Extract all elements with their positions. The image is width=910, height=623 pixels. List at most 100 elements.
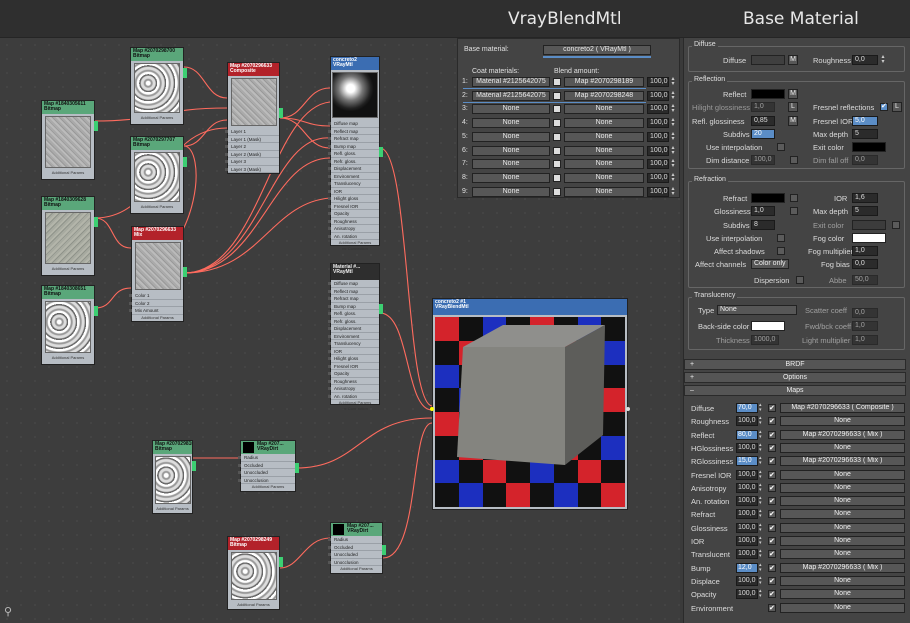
map-slot-button[interactable]: None <box>780 589 905 600</box>
blend-amount-spinner[interactable]: 100,0 <box>647 90 669 101</box>
output-port[interactable] <box>295 463 299 473</box>
reflect-color-swatch[interactable] <box>751 89 785 99</box>
coat-enable-checkbox[interactable] <box>553 105 561 114</box>
map-enable-checkbox[interactable]: ✔ <box>768 430 776 439</box>
map-slot-button[interactable]: Map #2070296633 ( Composite ) <box>780 403 905 413</box>
map-amount-spinner[interactable]: 100,0 <box>736 416 758 427</box>
composite-map-node[interactable]: Map #2070296633 Composite Layer 1 Layer 1 … <box>225 62 283 174</box>
output-port[interactable] <box>183 267 187 277</box>
vraydirt-node-2[interactable]: Map #207... VRayDirt Radius Occluded Unoccl… <box>328 522 386 574</box>
output-port[interactable] <box>382 545 386 555</box>
coat-material-button[interactable]: Material #2125642075 <box>472 77 550 87</box>
fresnel-lock-button[interactable]: L <box>892 102 902 112</box>
exit-color-swatch[interactable] <box>852 142 886 152</box>
map-slot-button[interactable]: None <box>780 509 905 520</box>
node-slot[interactable]: Translucency <box>328 180 379 188</box>
bitmap-node-1[interactable]: Map #2070298700 Bitmap Additional Params <box>130 47 187 125</box>
node-slot[interactable]: Layer 2 <box>225 143 279 151</box>
refract-color-swatch[interactable] <box>751 193 785 203</box>
map-amount-spinner[interactable]: 100,0 <box>736 496 758 507</box>
map-slot-button[interactable]: None <box>780 575 905 586</box>
spinner-arrows[interactable]: ▴ ▾ <box>670 76 676 87</box>
coat-enable-checkbox[interactable] <box>553 173 561 182</box>
diffuse-map-button[interactable]: M <box>788 55 798 65</box>
map-enable-checkbox[interactable]: ✔ <box>768 523 776 532</box>
blend-amount-spinner[interactable]: 100,0 <box>647 118 669 129</box>
refl-glossiness-spinner[interactable]: 0,85 <box>751 116 775 126</box>
node-slot[interactable]: Refr. gloss. <box>328 158 379 165</box>
fog-bias-spinner[interactable]: 0,0 <box>852 259 878 269</box>
vrayblendmtl-node[interactable]: concreto2 #1 VRayBlendMtl <box>430 298 630 510</box>
map-slot-button[interactable]: None <box>780 549 905 560</box>
spinner-arrows[interactable]: ▴ ▾ <box>759 403 762 413</box>
coat-enable-checkbox[interactable] <box>553 187 561 196</box>
output-port[interactable] <box>183 68 187 78</box>
node-slot[interactable]: Environment <box>328 333 379 340</box>
node-slot[interactable]: Hilight gloss <box>328 355 379 363</box>
spinner-arrows[interactable]: ▴ ▾ <box>759 522 762 533</box>
map-slot-button[interactable]: None <box>780 469 905 480</box>
blend-amount-map-button[interactable]: Map #2070298189 <box>564 77 644 87</box>
fog-color-swatch[interactable] <box>852 233 886 243</box>
map-slot-button[interactable]: Map #2070296633 ( Mix ) <box>780 429 905 440</box>
node-slot[interactable]: IOR <box>328 348 379 355</box>
spinner-arrows[interactable]: ▴ ▾ <box>759 575 762 586</box>
output-port[interactable] <box>192 461 196 471</box>
node-slot[interactable]: IOR <box>328 188 379 195</box>
node-slot[interactable]: Refl. gloss. <box>328 150 379 158</box>
output-port[interactable] <box>279 108 283 118</box>
node-slot[interactable]: Diffuse map <box>328 120 379 128</box>
dim-distance-spinner[interactable]: 100,0 <box>751 155 775 165</box>
spinner-arrows[interactable]: ▴ ▾ <box>759 456 762 466</box>
node-slot[interactable]: Bump map <box>328 143 379 150</box>
thickness-spinner[interactable]: 1000,0 <box>751 335 779 345</box>
blend-amount-map-button[interactable]: None <box>564 159 644 170</box>
coat-enable-checkbox[interactable] <box>553 160 561 169</box>
node-slot[interactable]: Unocclusion <box>328 559 382 566</box>
dim-falloff-spinner[interactable]: 0,0 <box>852 155 878 165</box>
node-slot[interactable]: Fresnel IOR <box>328 203 379 210</box>
refract-map-button[interactable] <box>790 194 798 202</box>
map-enable-checkbox[interactable]: ✔ <box>768 603 776 612</box>
node-slot[interactable]: Layer 2 (Mask) <box>225 151 279 158</box>
map-amount-spinner[interactable]: 100,0 <box>736 469 758 480</box>
blend-amount-map-button[interactable]: None <box>564 131 644 142</box>
blend-amount-spinner[interactable]: 100,0 <box>647 77 669 87</box>
output-port[interactable] <box>94 306 98 316</box>
refr-exit-color-checkbox[interactable] <box>892 221 900 229</box>
node-slot[interactable]: Unoccluded <box>328 551 382 559</box>
map-amount-spinner[interactable]: 100,0 <box>736 536 758 546</box>
bitmap-node-3[interactable]: Map #1840305611 Bitmap Additional Params <box>41 100 98 180</box>
fresnel-ior-spinner[interactable]: 5,0 <box>852 116 878 126</box>
map-amount-spinner[interactable]: 70,0 <box>736 403 758 413</box>
ior-spinner[interactable]: 1,6 <box>852 193 878 203</box>
options-rollout[interactable]: + Options <box>684 372 906 383</box>
node-slot[interactable]: Layer 1 (Mask) <box>225 136 279 143</box>
node-slot[interactable]: Reflect map <box>328 288 379 295</box>
map-amount-spinner[interactable]: 100,0 <box>736 509 758 520</box>
map-amount-spinner[interactable]: 100,0 <box>736 589 758 600</box>
blend-amount-map-button[interactable]: None <box>564 172 644 183</box>
spinner-arrows[interactable]: ▴ ▾ <box>759 549 762 559</box>
fresnel-reflections-checkbox[interactable] <box>880 103 888 111</box>
node-slot[interactable]: Refract map <box>328 295 379 303</box>
spinner-arrows[interactable]: ▴ ▾ <box>670 158 676 169</box>
spinner-arrows[interactable]: ▴ ▾ <box>759 482 762 493</box>
mix-map-node[interactable]: Map #2070296633 Mix Color 1 Color 2 Mix Amo… <box>129 226 187 322</box>
coat-enable-checkbox[interactable] <box>553 132 561 141</box>
spinner-arrows[interactable]: ▴ ▾ <box>759 416 762 426</box>
hilight-glossiness-spinner[interactable]: 1,0 <box>751 102 775 112</box>
node-slot[interactable]: Bump map <box>328 303 379 310</box>
node-slot[interactable]: Opacity <box>328 370 379 378</box>
map-amount-spinner[interactable]: 100,0 <box>736 575 758 586</box>
node-slot[interactable]: Roughness <box>328 218 379 225</box>
maps-rollout[interactable]: – Maps <box>684 385 906 396</box>
node-slot[interactable]: Layer 1 <box>225 128 279 136</box>
spinner-arrows[interactable]: ▴ ▾ <box>670 145 676 156</box>
spinner-arrows[interactable]: ▴ ▾ <box>670 172 676 183</box>
node-slot[interactable]: Environment <box>328 173 379 180</box>
refr-use-interpolation-checkbox[interactable] <box>777 234 785 242</box>
map-amount-spinner[interactable]: 100,0 <box>736 482 758 493</box>
blend-amount-spinner[interactable]: 100,0 <box>647 131 669 142</box>
output-port[interactable] <box>94 217 98 227</box>
